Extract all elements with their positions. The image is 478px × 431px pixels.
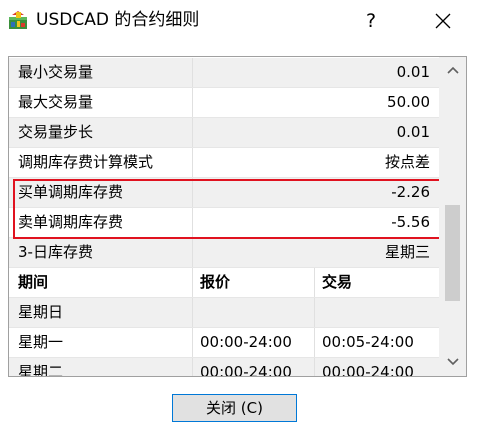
spec-row[interactable]: 最大交易量 50.00 [9,88,439,118]
spec-name: 交易量步长 [18,123,94,141]
spec-row-buy-swap[interactable]: 买单调期库存费 -2.26 [9,178,439,208]
spec-value: 0.01 [396,123,430,141]
spec-value: 星期三 [384,243,430,261]
column-divider [192,178,193,207]
spec-name: 最小交易量 [18,63,94,81]
session-day: 星期一 [18,333,64,351]
spec-value: -2.26 [391,183,430,201]
column-header-trade: 交易 [322,273,353,291]
spec-value: 0.01 [396,63,430,81]
column-divider [192,148,193,177]
specs-rows: 最小交易量 0.01 最大交易量 50.00 交易量步长 0.01 调期库存费计… [9,58,439,377]
column-divider [192,208,193,237]
session-trade: 00:05-24:00 [322,333,414,351]
title-bar: USDCAD 的合约细则 ? [0,0,478,44]
spec-name: 买单调期库存费 [18,183,124,201]
help-button[interactable]: ? [354,4,388,38]
close-button[interactable]: 关闭 (C) [172,394,297,422]
spec-row-sell-swap[interactable]: 卖单调期库存费 -5.56 [9,208,439,238]
column-divider [192,118,193,147]
spec-row[interactable]: 3-日库存费 星期三 [9,238,439,268]
session-quote: 00:00-24:00 [200,333,292,351]
spec-value: -5.56 [391,213,430,231]
column-header-quote: 报价 [200,273,231,291]
session-day: 星期日 [18,303,64,321]
spec-row[interactable]: 调期库存费计算模式 按点差 [9,148,439,178]
vertical-scrollbar[interactable] [439,57,466,376]
sessions-header-row: 期间 报价 交易 [9,268,439,298]
column-divider [192,298,193,327]
contract-specs-list[interactable]: 最小交易量 0.01 最大交易量 50.00 交易量步长 0.01 调期库存费计… [8,56,467,377]
column-divider [314,358,315,376]
session-row[interactable]: 星期二 00:00-24:00 00:00-24:00 [9,358,439,377]
spec-value: 50.00 [387,93,430,111]
column-divider [192,88,193,117]
app-icon [8,10,28,30]
scrollbar-thumb[interactable] [445,205,460,301]
spec-name: 卖单调期库存费 [18,213,124,231]
column-divider [314,268,315,297]
column-header-period: 期间 [18,273,49,291]
spec-row[interactable]: 交易量步长 0.01 [9,118,439,148]
column-divider [314,298,315,327]
session-row[interactable]: 星期一 00:00-24:00 00:05-24:00 [9,328,439,358]
spec-name: 调期库存费计算模式 [18,153,154,171]
close-icon[interactable] [426,4,460,38]
column-divider [192,358,193,376]
column-divider [192,328,193,357]
window-title: USDCAD 的合约细则 [36,10,200,30]
spec-name: 3-日库存费 [18,243,93,261]
session-quote: 00:00-24:00 [200,363,292,377]
scroll-up-icon[interactable] [439,59,466,81]
scroll-down-icon[interactable] [439,351,466,373]
spec-name: 最大交易量 [18,93,94,111]
spec-row[interactable]: 最小交易量 0.01 [9,58,439,88]
column-divider [192,238,193,267]
session-trade: 00:00-24:00 [322,363,414,377]
session-row[interactable]: 星期日 [9,298,439,328]
session-day: 星期二 [18,363,64,377]
spec-value: 按点差 [384,153,430,171]
column-divider [192,58,193,87]
column-divider [192,268,193,297]
column-divider [314,328,315,357]
